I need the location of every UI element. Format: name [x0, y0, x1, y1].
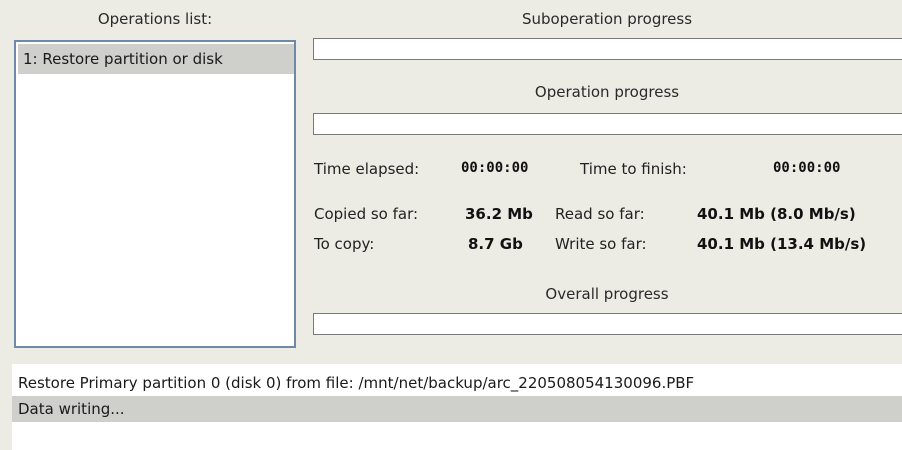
to-copy-label: To copy: — [314, 235, 375, 253]
suboperation-progress-bar — [313, 38, 902, 60]
operation-progress-bar — [313, 113, 902, 135]
copied-so-far-value: 36.2 Mb — [465, 205, 533, 223]
suboperation-progress-header: Suboperation progress — [521, 10, 693, 28]
operation-progress-header: Operation progress — [534, 83, 680, 101]
overall-progress-bar — [313, 313, 902, 335]
log-line-status: Data writing... — [12, 396, 902, 422]
time-elapsed-label: Time elapsed: — [314, 160, 420, 178]
read-so-far-label: Read so far: — [555, 205, 645, 223]
write-so-far-value: 40.1 Mb (13.4 Mb/s) — [697, 235, 867, 253]
log-panel: Restore Primary partition 0 (disk 0) fro… — [12, 364, 902, 450]
copied-so-far-label: Copied so far: — [314, 205, 419, 223]
overall-progress-header: Overall progress — [545, 285, 669, 303]
write-so-far-label: Write so far: — [555, 235, 647, 253]
to-copy-value: 8.7 Gb — [468, 235, 523, 253]
read-so-far-value: 40.1 Mb (8.0 Mb/s) — [697, 205, 856, 223]
operations-list-item[interactable]: 1: Restore partition or disk — [18, 44, 294, 74]
operations-list[interactable]: 1: Restore partition or disk — [14, 40, 296, 348]
operations-list-header: Operations list: — [97, 10, 213, 28]
time-to-finish-value: 00:00:00 — [773, 160, 841, 176]
time-elapsed-value: 00:00:00 — [461, 160, 529, 176]
time-to-finish-label: Time to finish: — [580, 160, 687, 178]
log-line: Restore Primary partition 0 (disk 0) fro… — [18, 374, 695, 392]
